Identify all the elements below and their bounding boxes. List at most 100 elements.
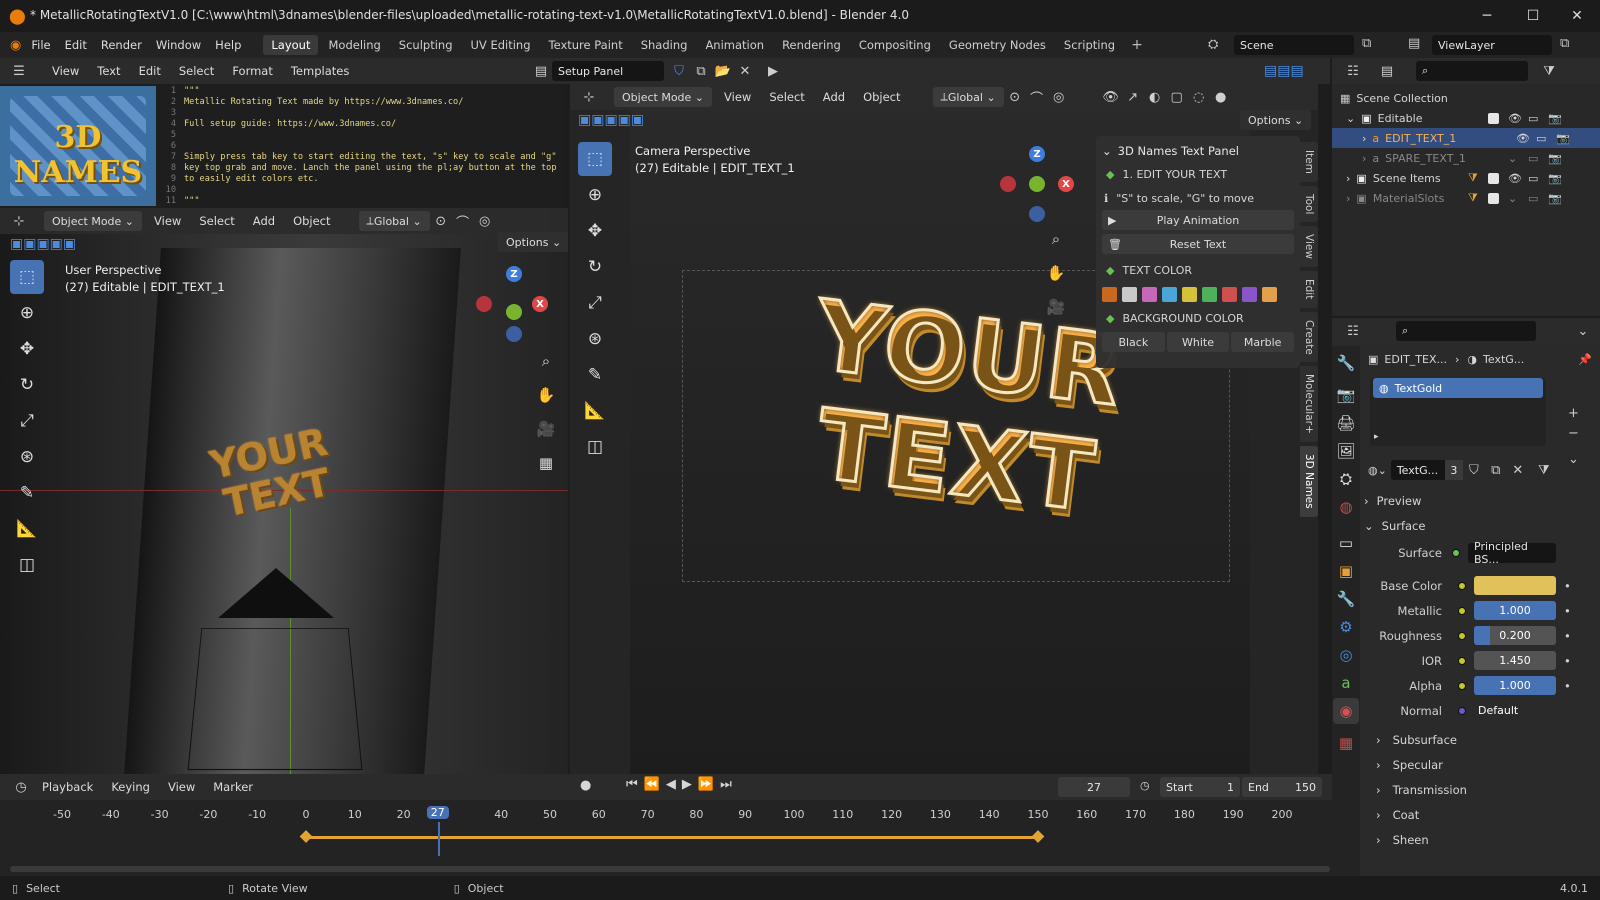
scale-tool-icon[interactable]: ⤢ xyxy=(10,404,44,438)
left-pivot-icon[interactable]: ⊙ xyxy=(430,210,452,232)
particles-tab-icon[interactable]: ⚙ xyxy=(1333,614,1359,640)
left-select-mode-icons[interactable]: ▣▣▣▣▣ xyxy=(10,236,76,252)
text-menu-edit[interactable]: Edit xyxy=(139,64,161,78)
view-layer-tab-icon[interactable]: 🖼 xyxy=(1333,438,1359,464)
timeline-ruler[interactable]: -50 -40 -30 -20 -10 0 10 20 40 50 60 70 80 90 100 110 12… xyxy=(0,806,1332,824)
editor-type-icon[interactable]: ☰ xyxy=(8,60,30,82)
workspace-tab-animation[interactable]: Animation xyxy=(697,35,772,55)
material-name-field[interactable]: TextG... xyxy=(1390,460,1445,480)
slot-menu-icon[interactable]: ⌄ xyxy=(1568,450,1579,470)
material-browse-icon[interactable]: ◍⌄ xyxy=(1368,464,1387,477)
workspace-tab-layout[interactable]: Layout xyxy=(263,35,319,55)
text-color-swatch[interactable] xyxy=(1242,286,1257,302)
code-line[interactable]: 4 Full setup guide: https://www.3dnames.c… xyxy=(160,119,557,130)
timeline-menu-marker[interactable]: Marker xyxy=(213,780,253,794)
outliner-display-mode-icon[interactable]: ▤ xyxy=(1376,60,1398,82)
right-menu-view[interactable]: View xyxy=(724,90,751,104)
material-unlink-icon[interactable]: ✕ xyxy=(1507,459,1529,481)
new-text-icon[interactable]: ⧉ xyxy=(690,60,712,82)
property-value-slider[interactable]: 1.000 xyxy=(1474,676,1556,695)
code-line[interactable]: 3 xyxy=(160,108,557,119)
add-cube-tool-icon[interactable]: ◫ xyxy=(10,548,44,582)
left-mode-dropdown[interactable]: Object Mode ⌄ xyxy=(44,211,143,231)
base-color-swatch[interactable] xyxy=(1474,576,1556,595)
keyframe-dot-icon[interactable]: • xyxy=(1564,604,1571,618)
right-menu-select[interactable]: Select xyxy=(769,90,804,104)
code-line[interactable]: 11 """ xyxy=(160,196,557,207)
open-text-icon[interactable]: 📂 xyxy=(712,60,734,82)
blender-menu-icon[interactable]: ◉ xyxy=(10,38,21,53)
material-duplicate-icon[interactable]: ⧉ xyxy=(1485,459,1507,481)
outliner-search-input[interactable]: ⌕ xyxy=(1416,61,1528,81)
right-annotate-tool-icon[interactable]: ✎ xyxy=(578,358,612,392)
play-animation-button[interactable]: ▶ Play Animation xyxy=(1102,210,1294,230)
normal-field[interactable]: Default xyxy=(1474,701,1556,720)
unlink-text-icon[interactable]: ✕ xyxy=(734,60,756,82)
tab-3d-names[interactable]: 3D Names xyxy=(1300,446,1318,517)
tab-create[interactable]: Create xyxy=(1300,311,1318,363)
record-icon[interactable]: ● xyxy=(580,778,591,793)
right-cursor-tool-icon[interactable]: ⊕ xyxy=(578,178,612,212)
material-slot-textgold[interactable]: ◍ TextGold xyxy=(1373,378,1543,398)
text-menu-format[interactable]: Format xyxy=(232,64,273,78)
cursor-tool-icon[interactable]: ⊕ xyxy=(10,296,44,330)
socket-dot-icon[interactable] xyxy=(1458,656,1466,665)
left-camera-icon[interactable]: 🎥 xyxy=(533,416,559,442)
properties-type-icon[interactable]: ☷ xyxy=(1342,320,1364,342)
code-line[interactable]: 5 xyxy=(160,130,557,141)
left-menu-view[interactable]: View xyxy=(154,214,181,228)
workspace-tab-texture-paint[interactable]: Texture Paint xyxy=(541,35,631,55)
left-zoom-icon[interactable]: ⌕ xyxy=(533,348,559,374)
property-subsection[interactable]: › Coat xyxy=(1376,802,1600,827)
remove-slot-icon[interactable]: − xyxy=(1568,424,1579,444)
menu-help[interactable]: Help xyxy=(215,38,241,52)
code-line[interactable]: 1 """ xyxy=(160,86,557,97)
workspace-tab-geometry-nodes[interactable]: Geometry Nodes xyxy=(941,35,1054,55)
property-value-slider[interactable]: 1.000 xyxy=(1474,601,1556,620)
right-zoom-icon[interactable]: ⌕ xyxy=(1043,226,1069,252)
workspace-tab-shading[interactable]: Shading xyxy=(633,35,696,55)
code-line[interactable]: 9 to easily edit colors etc. xyxy=(160,174,557,185)
outliner-item-edit-text-1[interactable]: › a EDIT_TEXT_1 👁 ▭ 📷 xyxy=(1332,128,1600,148)
right-pan-icon[interactable]: ✋ xyxy=(1043,260,1069,286)
right-menu-object[interactable]: Object xyxy=(863,90,900,104)
outliner-item-scene-items[interactable]: › ▣ Scene Items ⧩ 👁 ▭ 📷 xyxy=(1340,168,1600,188)
keyframe-diamond[interactable] xyxy=(1031,830,1045,843)
panel-header[interactable]: ⌄ 3D Names Text Panel xyxy=(1102,140,1294,162)
text-file-selector[interactable]: Setup Panel xyxy=(552,61,664,81)
right-gizmo-neg-z[interactable] xyxy=(1029,206,1045,222)
playback-controls[interactable]: ⏮⏪◀▶⏩⏭ xyxy=(626,777,738,792)
end-frame-field[interactable]: End 150 xyxy=(1242,777,1322,797)
outliner-type-icon[interactable]: ☷ xyxy=(1342,60,1364,82)
reset-text-button[interactable]: 🗑 Reset Text xyxy=(1102,234,1294,254)
code-line[interactable]: 6 xyxy=(160,141,557,152)
left-gizmo-z[interactable]: Z xyxy=(506,266,522,282)
tab-edit[interactable]: Edit xyxy=(1300,271,1318,308)
collection-tab-icon[interactable]: ▭ xyxy=(1333,530,1359,556)
scene-tab-icon[interactable]: ⛭ xyxy=(1333,466,1359,492)
menu-file[interactable]: File xyxy=(31,38,50,52)
left-menu-select[interactable]: Select xyxy=(199,214,234,228)
right-add-cube-tool-icon[interactable]: ◫ xyxy=(578,430,612,464)
close-button[interactable]: ✕ xyxy=(1554,0,1600,32)
text-color-swatch[interactable] xyxy=(1182,286,1197,302)
object-tab-icon[interactable]: ▣ xyxy=(1333,558,1359,584)
material-users-count[interactable]: 3 xyxy=(1444,460,1463,480)
tab-item[interactable]: Item xyxy=(1300,142,1318,182)
shading-solid-icon[interactable]: ● xyxy=(1210,86,1232,108)
modifier-tab-icon[interactable]: 🔧 xyxy=(1333,586,1359,612)
xray-icon[interactable]: ▢ xyxy=(1166,86,1188,108)
data-tab-icon[interactable]: a xyxy=(1333,670,1359,696)
fake-user-icon[interactable]: ⛉ xyxy=(668,60,690,82)
current-frame-field[interactable]: 27 xyxy=(1058,777,1130,797)
text-color-swatch[interactable] xyxy=(1102,286,1117,302)
workspace-tab-modeling[interactable]: Modeling xyxy=(320,35,388,55)
text-menu-templates[interactable]: Templates xyxy=(291,64,349,78)
left-gizmo-y[interactable] xyxy=(506,304,522,320)
right-snap-icon[interactable]: ⌒ xyxy=(1026,86,1048,108)
left-snap-icon[interactable]: ⌒ xyxy=(452,210,474,232)
right-move-tool-icon[interactable]: ✥ xyxy=(578,214,612,248)
bg-marble-button[interactable]: Marble xyxy=(1231,332,1295,352)
material-link-icon[interactable]: ⧩ xyxy=(1533,459,1555,481)
code-area[interactable]: 1 """ 2 Metallic Rotating Text made by http… xyxy=(160,84,564,208)
